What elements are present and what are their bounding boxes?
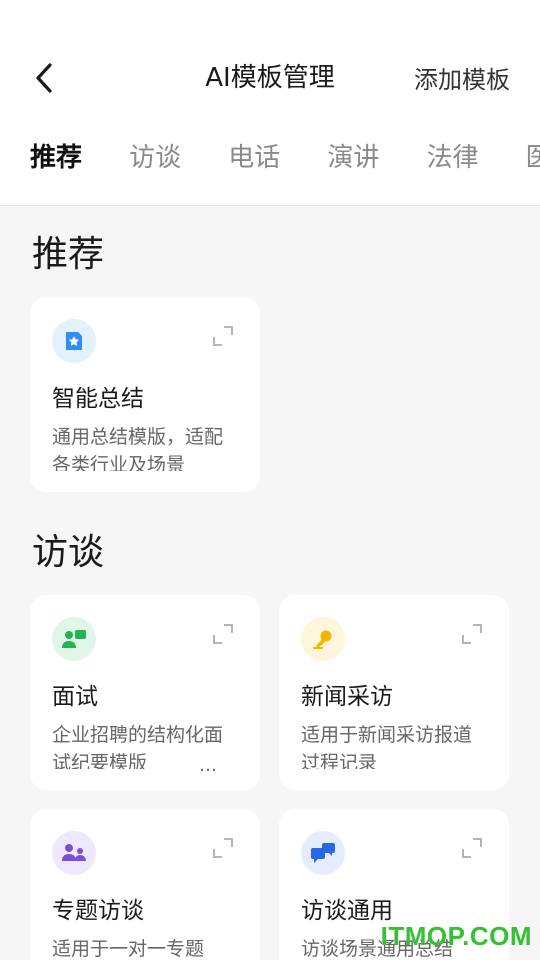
template-card-smart-summary[interactable]: 智能总结 通用总结模版，适配各类行业及场景: [30, 297, 260, 492]
section-title-interview: 访谈: [32, 532, 105, 573]
expand-icon[interactable]: [212, 837, 234, 859]
card-icon-bg: [52, 831, 96, 875]
star-document-icon: [66, 332, 82, 350]
card-icon-bg: [52, 319, 96, 363]
group-chat-icon: [62, 844, 86, 861]
microphone-icon: [313, 630, 332, 649]
tab-recommend[interactable]: 推荐: [30, 138, 82, 178]
card-icon-bg: [301, 831, 345, 875]
card-description: 通用总结模版，适配各类行业及场景: [52, 426, 224, 471]
add-template-button[interactable]: 添加模板: [414, 60, 510, 100]
expand-icon[interactable]: [212, 325, 234, 347]
template-card-topic-interview[interactable]: 专题访谈 适用于一对一专题: [30, 809, 260, 960]
tab-interview[interactable]: 访谈: [129, 138, 181, 178]
card-description: 适用于一对一专题: [52, 938, 205, 960]
tab-speech[interactable]: 演讲: [327, 138, 379, 178]
card-icon-bg: [52, 617, 96, 661]
card-icon-bg: [301, 617, 345, 661]
interview-people-icon: [62, 630, 86, 648]
watermark: ITMOP.COM: [380, 921, 532, 951]
tab-medical[interactable]: 医: [526, 138, 540, 178]
card-description: 适用于新闻采访报道过程记录: [301, 724, 473, 769]
more-ellipsis: …: [195, 755, 217, 776]
category-tabs: 推荐 访谈 电话 演讲 法律 医: [30, 138, 540, 186]
expand-icon[interactable]: [461, 623, 483, 645]
tab-phone[interactable]: 电话: [228, 138, 280, 178]
top-bar: AI模板管理 添加模板 推荐 访谈 电话 演讲 法律 医: [0, 0, 540, 206]
section-title-recommend: 推荐: [32, 234, 105, 275]
chat-bubbles-icon: [311, 843, 335, 863]
expand-icon[interactable]: [461, 837, 483, 859]
expand-icon[interactable]: [212, 623, 234, 645]
card-name: 面试: [52, 684, 98, 710]
template-card-news-interview[interactable]: 新闻采访 适用于新闻采访报道过程记录: [279, 595, 509, 790]
card-name: 新闻采访: [301, 684, 393, 710]
tab-law[interactable]: 法律: [426, 138, 478, 178]
template-card-interview[interactable]: 面试 企业招聘的结构化面试纪要模版 …: [30, 595, 260, 790]
card-name: 专题访谈: [52, 898, 144, 924]
card-name: 访谈通用: [301, 898, 393, 924]
card-name: 智能总结: [52, 386, 144, 412]
